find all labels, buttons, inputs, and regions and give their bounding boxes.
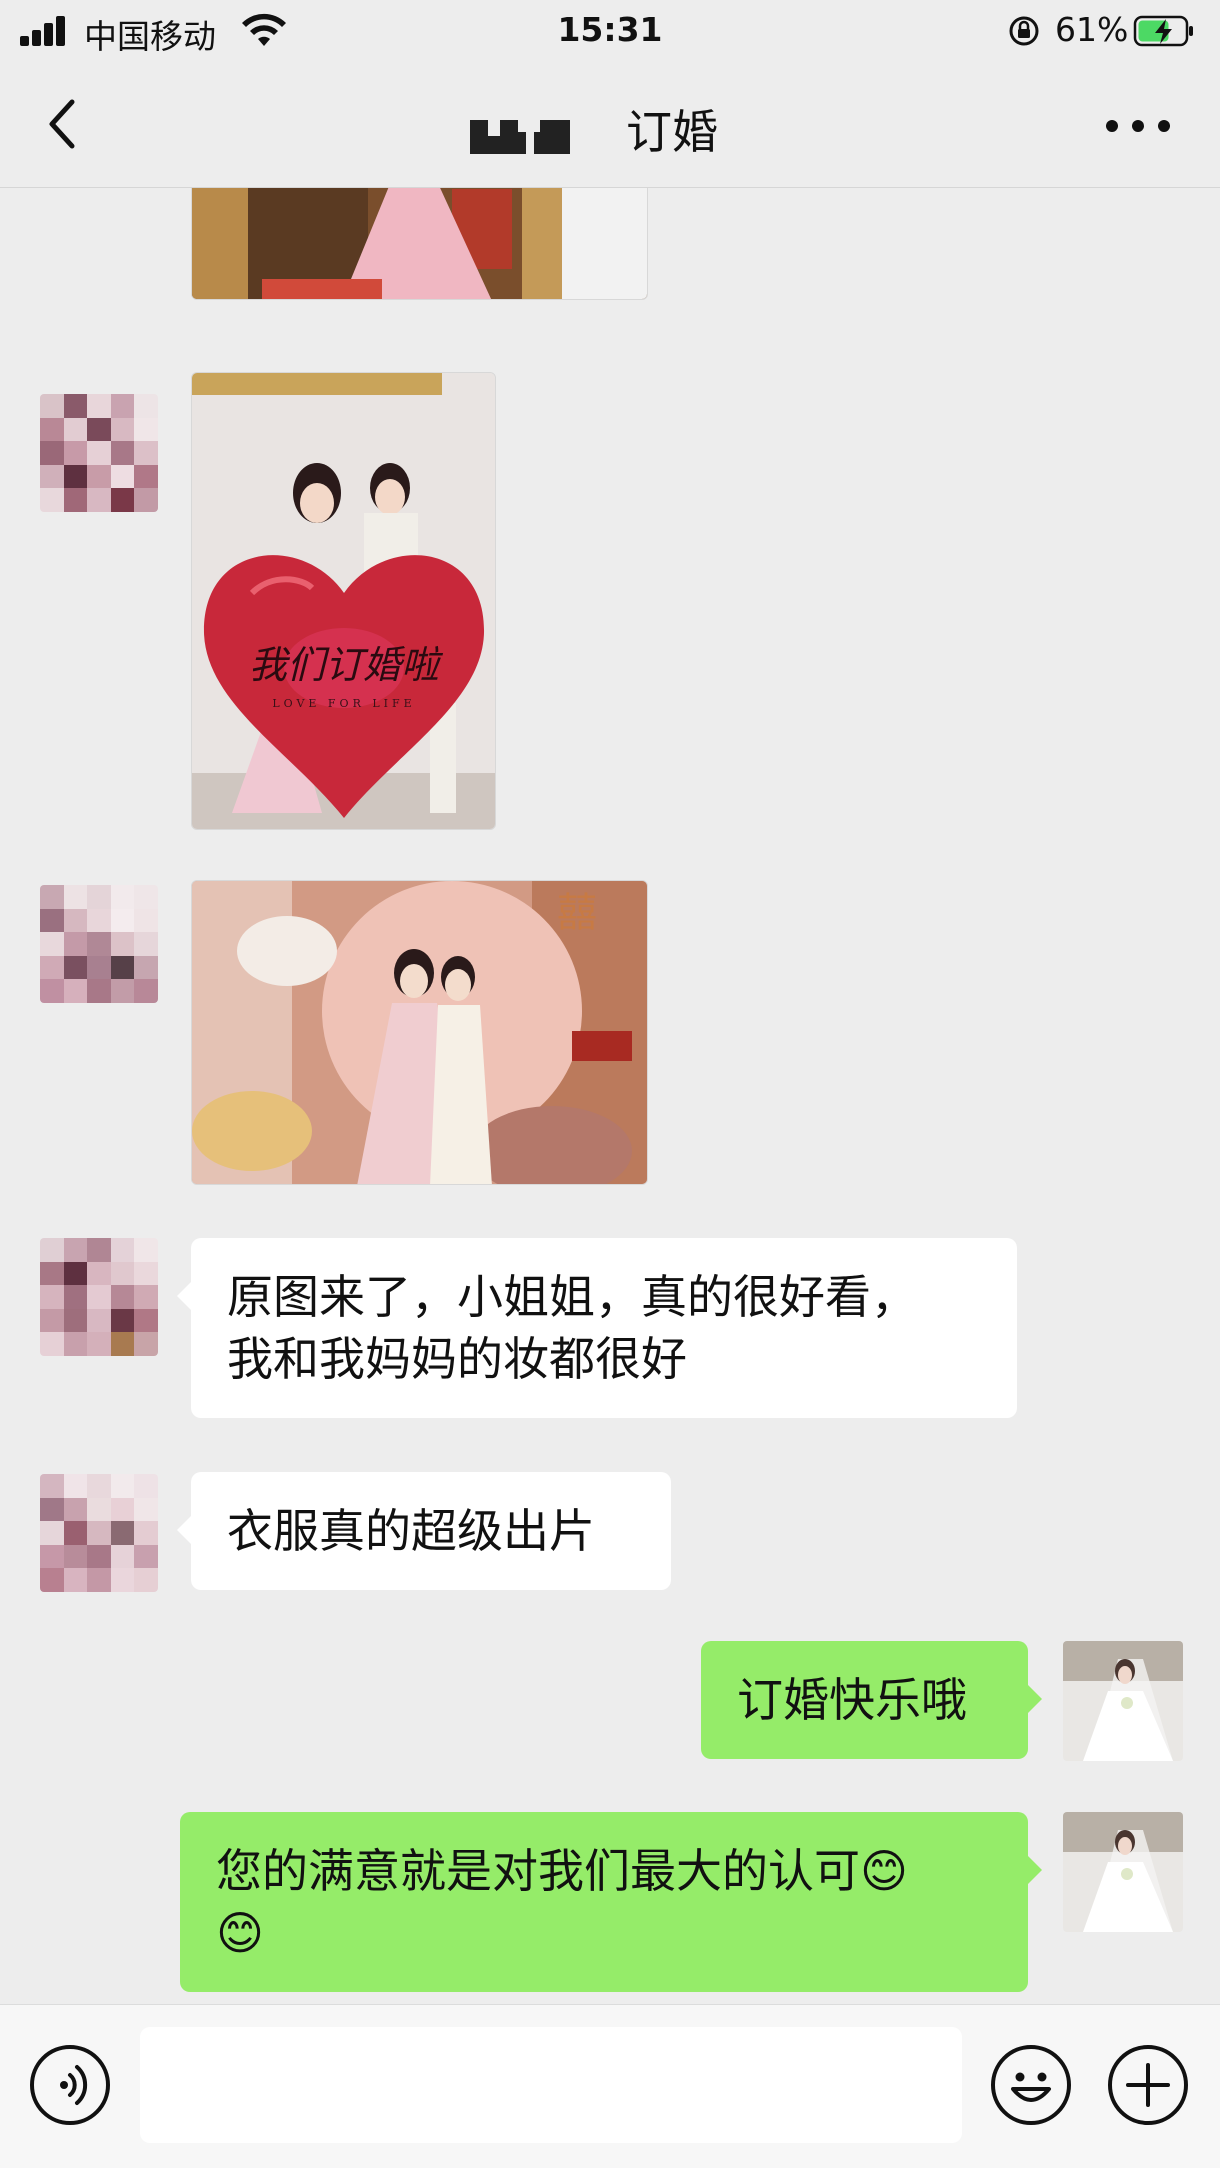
text-message[interactable]: 您的满意就是对我们最大的认可😊 😊 <box>180 1812 1042 1992</box>
plus-icon <box>1126 2063 1170 2107</box>
avatar[interactable] <box>40 885 158 1003</box>
back-button[interactable] <box>36 94 96 154</box>
heart-image-subtext: LOVE FOR LIFE <box>272 697 415 710</box>
message-text: 原图来了，小姐姐，真的很好看， 我和我妈妈的妆都很好 <box>227 1270 917 1386</box>
voice-icon <box>60 2065 88 2105</box>
plus-button[interactable] <box>1108 2045 1188 2125</box>
avatar[interactable] <box>40 1238 158 1356</box>
emoji-icon <box>1011 2072 1051 2102</box>
voice-button[interactable] <box>30 2045 110 2125</box>
text-message[interactable]: 衣服真的超级出片 <box>177 1472 671 1590</box>
battery-charging-icon <box>1133 15 1193 47</box>
input-bar <box>0 2004 1220 2168</box>
message-input[interactable] <box>140 2027 962 2143</box>
status-bar: 中国移动 15:31 61% <box>0 0 1220 64</box>
chat-history[interactable]: 我们订婚啦 LOVE FOR LIFE 囍 原图来了，小姐姐，真的很好看， 我和… <box>0 188 1220 2004</box>
battery-percent: 61% <box>1055 10 1129 49</box>
emoji-button[interactable] <box>991 2045 1071 2125</box>
heart-image-text: 我们订婚啦 <box>249 643 444 687</box>
image-message[interactable]: 我们订婚啦 LOVE FOR LIFE <box>191 372 496 830</box>
message-text: 您的满意就是对我们最大的认可😊 😊 <box>216 1844 908 1960</box>
message-text: 衣服真的超级出片 <box>227 1504 595 1558</box>
avatar[interactable] <box>40 394 158 512</box>
my-avatar[interactable] <box>1063 1812 1183 1932</box>
rotation-lock-icon <box>1009 16 1039 46</box>
title-redaction <box>470 114 570 154</box>
avatar[interactable] <box>40 1474 158 1592</box>
more-button[interactable] <box>1104 112 1174 136</box>
page-title: 订婚 <box>626 105 718 159</box>
text-message[interactable]: 订婚快乐哦 <box>701 1641 1042 1759</box>
my-avatar[interactable] <box>1063 1641 1183 1761</box>
text-message[interactable]: 原图来了，小姐姐，真的很好看， 我和我妈妈的妆都很好 <box>177 1238 1017 1418</box>
nav-bar: 订婚 <box>0 64 1220 188</box>
image-message[interactable]: 囍 <box>191 880 648 1185</box>
message-text: 订婚快乐哦 <box>737 1673 967 1727</box>
image-message[interactable] <box>191 188 648 300</box>
svg-text:囍: 囍 <box>557 890 597 936</box>
